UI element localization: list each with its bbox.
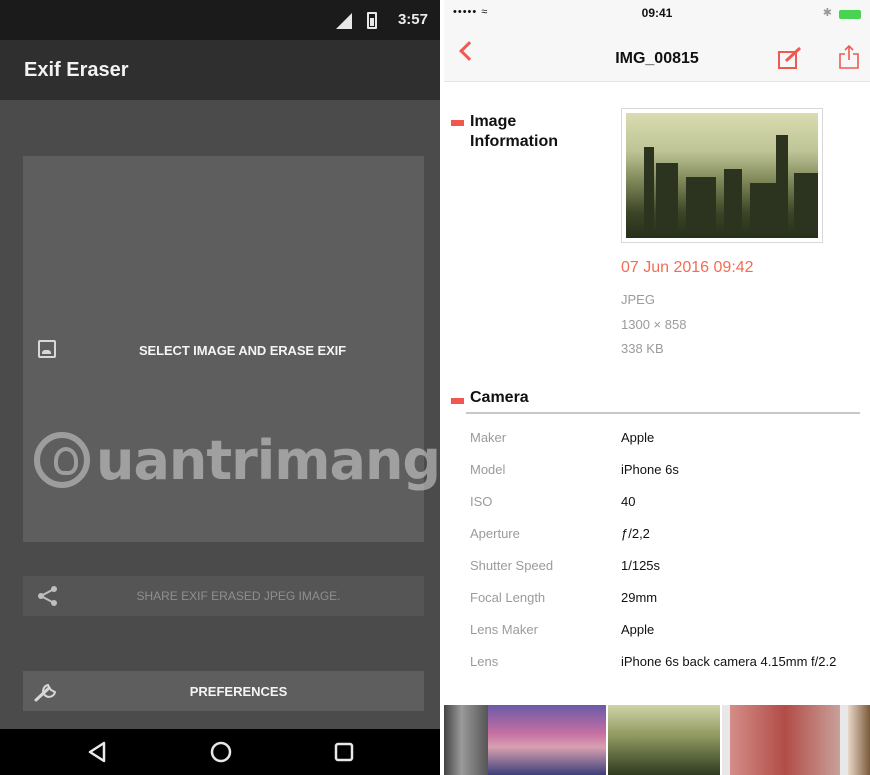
section-marker: [451, 120, 464, 126]
row-label-iso: ISO: [470, 494, 493, 509]
row-value-maker: Apple: [621, 430, 655, 445]
row-label-shutter-speed: Shutter Speed: [470, 558, 554, 573]
strip-thumbnail[interactable]: [444, 705, 488, 775]
image-title: IMG_00815: [615, 50, 699, 67]
strip-thumbnail-selected[interactable]: [606, 705, 722, 775]
app-toolbar: Exif Eraser: [0, 40, 440, 100]
edit-icon[interactable]: [777, 46, 803, 70]
status-time: 09:41: [641, 6, 673, 20]
exif-eraser-app: 3:57 Exif Eraser SELECT IMAGE AND ERASE …: [0, 0, 440, 775]
lightbulb-logo-icon: [34, 432, 90, 488]
share-label: SHARE EXIF ERASED JPEG IMAGE.: [136, 589, 341, 603]
capture-date: 07 Jun 2016 09:42: [621, 259, 754, 276]
row-label-focal-length: Focal Length: [470, 590, 546, 605]
image-size: 338 KB: [621, 341, 664, 356]
camera-heading: Camera: [470, 389, 529, 406]
row-value-model: iPhone 6s: [621, 462, 679, 477]
row-value-lens-maker: Apple: [621, 622, 655, 637]
preferences-button[interactable]: PREFERENCES: [23, 671, 424, 711]
android-status-bar: 3:57: [0, 0, 440, 40]
preferences-label: PREFERENCES: [189, 684, 288, 699]
battery-icon: [367, 12, 377, 29]
export-icon[interactable]: [838, 44, 860, 70]
image-format: JPEG: [621, 292, 655, 307]
image-dimensions: 1300 × 858: [621, 317, 687, 332]
strip-thumbnail[interactable]: [848, 705, 870, 775]
bluetooth-icon: ✱: [822, 7, 832, 19]
row-value-lens: iPhone 6s back camera 4.15mm f/2.2: [621, 654, 837, 669]
row-label-model: Model: [470, 462, 506, 477]
photo-strip: [444, 705, 870, 775]
back-nav-icon[interactable]: [84, 739, 110, 765]
watermark-text: uantrimang: [96, 428, 440, 492]
status-time: 3:57: [397, 11, 428, 28]
section-marker: [451, 398, 464, 404]
android-nav-bar: [0, 729, 440, 775]
exif-viewer-app: ••••• ≈ 09:41 ✱ IMG_00815 Image Informat…: [444, 0, 870, 775]
image-thumbnail[interactable]: [621, 108, 823, 243]
row-value-iso: 40: [621, 494, 636, 509]
thumbnail-photo: [626, 113, 818, 238]
row-label-aperture: Aperture: [470, 526, 520, 541]
signal-icon: [336, 13, 352, 29]
ios-status-bar: ••••• ≈ 09:41 ✱: [444, 0, 870, 30]
strip-thumbnail[interactable]: [730, 705, 840, 775]
image-info-heading: Image Information: [470, 113, 558, 150]
home-nav-icon[interactable]: [208, 739, 234, 765]
strip-thumbnail[interactable]: [488, 705, 606, 775]
row-label-maker: Maker: [470, 430, 507, 445]
row-label-lens-maker: Lens Maker: [470, 622, 538, 637]
row-value-aperture: ƒ/2,2: [621, 526, 650, 541]
row-value-shutter-speed: 1/125s: [621, 558, 661, 573]
share-button[interactable]: SHARE EXIF ERASED JPEG IMAGE.: [23, 576, 424, 616]
app-title: Exif Eraser: [24, 59, 129, 81]
navigation-bar: IMG_00815: [444, 30, 870, 82]
select-image-label: SELECT IMAGE AND ERASE EXIF: [138, 343, 346, 358]
row-label-lens: Lens: [470, 654, 499, 669]
section-divider: [466, 412, 860, 414]
row-value-focal-length: 29mm: [621, 590, 658, 605]
recents-nav-icon[interactable]: [331, 739, 357, 765]
watermark: uantrimang: [34, 428, 440, 492]
battery-icon: [839, 10, 861, 19]
